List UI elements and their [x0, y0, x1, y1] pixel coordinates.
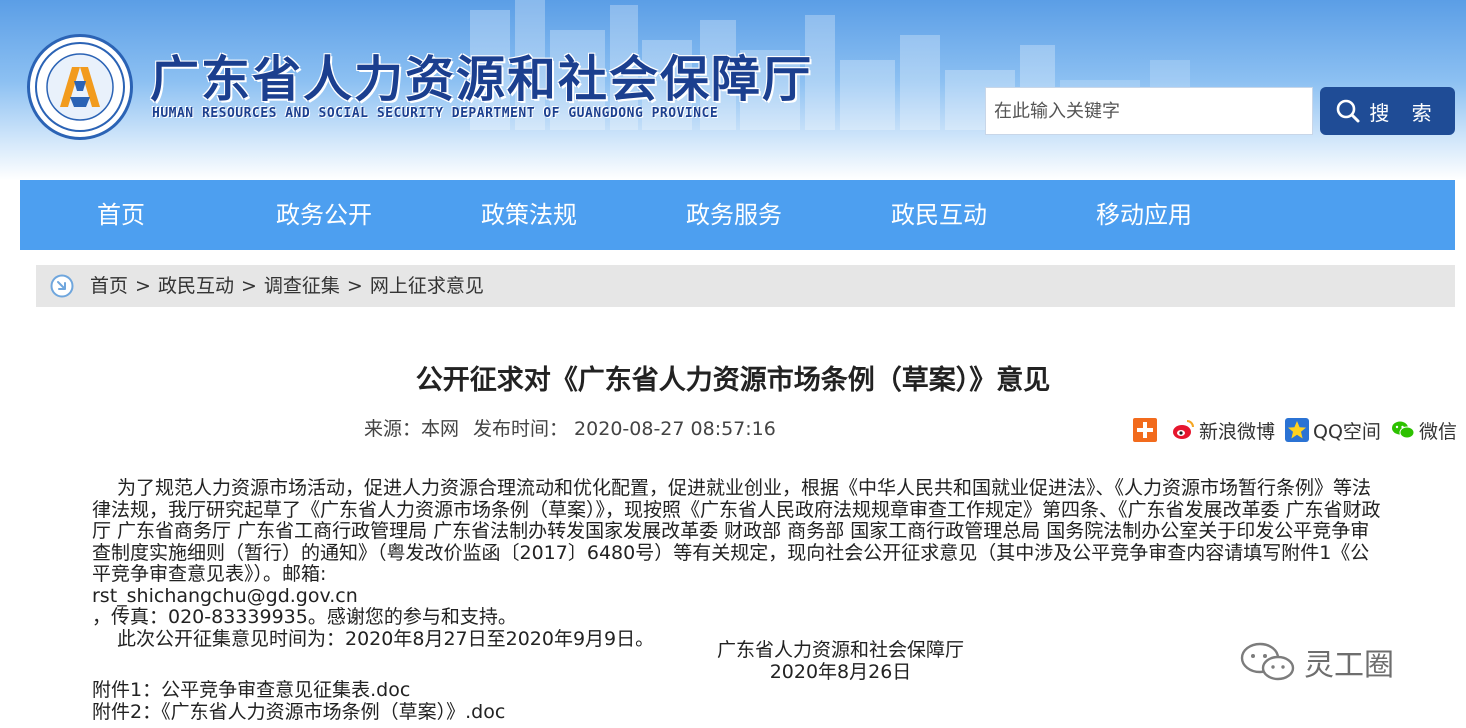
breadcrumb-home[interactable]: 首页 — [90, 275, 128, 297]
breadcrumb-trail: 首页 > 政民互动 > 调查征集 > 网上征求意见 — [90, 265, 484, 307]
nav-item-policies[interactable]: 政策法规 — [481, 180, 577, 250]
breadcrumb-separator: > — [135, 275, 151, 297]
search-input[interactable] — [985, 87, 1313, 135]
signature-org: 广东省人力资源和社会保障厅 — [717, 639, 965, 661]
nav-item-home[interactable]: 首页 — [97, 180, 145, 250]
article-paragraph: 为了规范人力资源市场活动，促进人力资源合理流动和优化配置，促进就业创业，根据《中… — [92, 477, 1381, 585]
watermark-text: 灵工圈 — [1304, 648, 1394, 683]
seal-logo-icon — [27, 34, 133, 140]
share-wechat-button[interactable]: 微信 — [1391, 417, 1457, 444]
wechat-icon — [1391, 418, 1415, 442]
attachment-link[interactable]: 附件2：《广东省人力资源市场条例（草案）》.doc — [92, 701, 505, 724]
attachment-link[interactable]: 附件1：公平竞争审查意见征集表.doc — [92, 679, 505, 702]
wechat-bubble-icon — [1240, 642, 1295, 681]
article-published-time: 发布时间： 2020-08-27 08:57:16 — [473, 418, 776, 440]
arrow-circle-icon — [50, 274, 74, 298]
weibo-icon — [1171, 418, 1195, 442]
search-button-label: 搜 索 — [1369, 100, 1440, 125]
share-bar: 新浪微博 QQ空间 微信 — [1133, 417, 1457, 443]
share-qzone-button[interactable]: QQ空间 — [1285, 417, 1381, 444]
search-button[interactable]: 搜 索 — [1320, 87, 1455, 135]
site-header: 广东省人力资源和社会保障厅 HUMAN RESOURCES AND SOCIAL… — [0, 0, 1466, 180]
article-title: 公开征求对《广东省人力资源市场条例（草案）》意见 — [415, 365, 1051, 396]
site-subtitle: HUMAN RESOURCES AND SOCIAL SECURITY DEPA… — [152, 106, 719, 121]
article-source: 来源：本网 — [364, 418, 460, 440]
breadcrumb-interaction[interactable]: 政民互动 — [158, 275, 234, 297]
watermark: 灵工圈 — [1238, 640, 1394, 684]
plus-icon — [1133, 418, 1157, 442]
qzone-star-icon — [1285, 418, 1310, 442]
article-body: 为了规范人力资源市场活动，促进人力资源合理流动和优化配置，促进就业创业，根据《中… — [92, 477, 1382, 650]
nav-item-interaction[interactable]: 政民互动 — [891, 180, 987, 250]
contact-email[interactable]: rst_shichangchu@gd.gov.cn — [92, 585, 1382, 608]
breadcrumb-current[interactable]: 网上征求意见 — [370, 275, 484, 297]
signature-date: 2020年8月26日 — [769, 660, 912, 683]
nav-item-gov-affairs[interactable]: 政务公开 — [276, 180, 372, 250]
share-weibo-label: 新浪微博 — [1199, 420, 1276, 443]
site-title: 广东省人力资源和社会保障厅 — [150, 50, 814, 108]
share-more-button[interactable] — [1133, 418, 1161, 442]
attachments-list: 附件1：公平竞争审查意见征集表.doc 附件2：《广东省人力资源市场条例（草案）… — [92, 679, 505, 724]
breadcrumb-separator: > — [346, 275, 363, 297]
nav-item-mobile[interactable]: 移动应用 — [1096, 180, 1192, 250]
breadcrumb-survey[interactable]: 调查征集 — [264, 275, 340, 297]
signature-block: 广东省人力资源和社会保障厅 2020年8月26日 — [717, 639, 965, 683]
main-nav: 首页 政务公开 政策法规 政务服务 政民互动 移动应用 — [20, 180, 1455, 250]
nav-item-services[interactable]: 政务服务 — [686, 180, 782, 250]
breadcrumb: 首页 > 政民互动 > 调查征集 > 网上征求意见 — [36, 265, 1455, 307]
share-weibo-button[interactable]: 新浪微博 — [1171, 417, 1275, 444]
share-wechat-label: 微信 — [1418, 420, 1457, 443]
breadcrumb-separator: > — [240, 275, 257, 297]
search-icon — [1335, 98, 1361, 124]
contact-fax: ，传真：020-83339935。感谢您的参与和支持。 — [92, 606, 517, 628]
article-meta: 来源：本网 发布时间： 2020-08-27 08:57:16 — [364, 414, 776, 441]
share-qzone-label: QQ空间 — [1313, 420, 1381, 443]
